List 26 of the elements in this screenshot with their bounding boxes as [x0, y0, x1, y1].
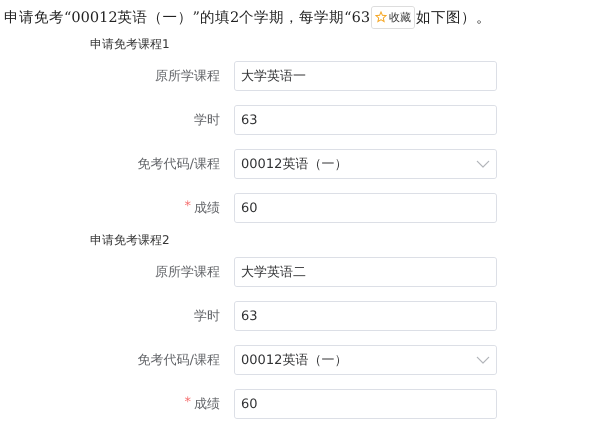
question-text: 如下图）。: [416, 8, 492, 26]
input-field[interactable]: 63: [234, 105, 497, 135]
chevron-down-icon: [476, 160, 490, 168]
field-label: 原所学课程: [155, 68, 220, 85]
bookmark-button[interactable]: 收藏: [371, 6, 416, 28]
chevron-down-icon: [476, 356, 490, 364]
field-label: 原所学课程: [155, 264, 220, 281]
field-label: 成绩: [194, 396, 220, 413]
section-title: 申请免考课程1: [89, 36, 171, 53]
question-text: 申请免考“00012英语（一）”的填2个学期，每学期“63: [4, 8, 370, 26]
course-select[interactable]: 00012英语（一）: [234, 345, 497, 375]
field-label: 免考代码/课程: [138, 352, 220, 369]
input-field[interactable]: 大学英语二: [234, 257, 497, 287]
section-title: 申请免考课程2: [89, 232, 171, 249]
input-field[interactable]: 60: [234, 193, 497, 223]
input-field[interactable]: 63: [234, 301, 497, 331]
field-label: 学时: [194, 308, 220, 325]
star-icon: [375, 11, 388, 23]
required-mark: *: [184, 395, 191, 412]
field-label: 成绩: [194, 200, 220, 217]
field-label: 免考代码/课程: [138, 156, 220, 173]
field-label: 学时: [194, 112, 220, 129]
input-field[interactable]: 大学英语一: [234, 61, 497, 91]
course-select[interactable]: 00012英语（一）: [234, 149, 497, 179]
input-field[interactable]: 60: [234, 389, 497, 419]
required-mark: *: [184, 199, 191, 216]
